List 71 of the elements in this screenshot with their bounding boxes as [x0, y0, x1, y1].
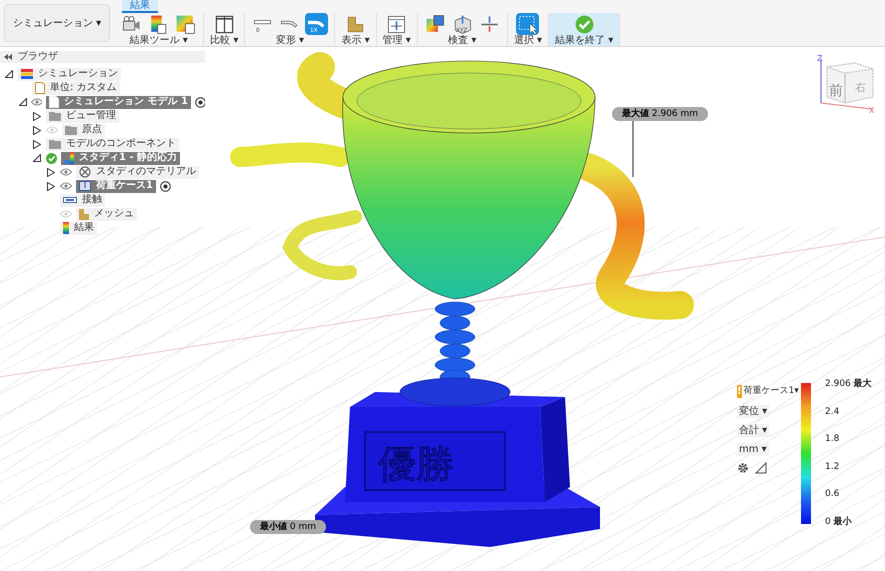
radio-target-icon[interactable]	[194, 96, 205, 108]
probe-label[interactable]: 最小値 0 mm	[250, 520, 326, 534]
group-menu-button[interactable]: 結果ツール ▾	[130, 35, 188, 46]
folder-icon	[49, 139, 61, 149]
collapsed-triangle-icon[interactable]	[47, 168, 55, 176]
collapse-icon[interactable]	[4, 54, 12, 60]
tree-item[interactable]: モデルのコンポーネント	[46, 138, 179, 150]
tree-item[interactable]: 接触	[60, 194, 105, 206]
tree-item[interactable]: シミュレーション	[18, 68, 121, 80]
scale-label: 1.8	[825, 434, 840, 444]
result-dropdown[interactable]: 合計 ▾	[737, 424, 770, 436]
radio-target-icon[interactable]	[160, 180, 171, 192]
selected-tree-item[interactable]: 荷重ケース1	[76, 180, 156, 192]
eye-icon[interactable]	[31, 98, 42, 106]
result-dropdown[interactable]: 変位 ▾	[737, 404, 770, 418]
probe-label[interactable]: 最大値 2.906 mm	[612, 107, 708, 121]
selected-tree-item[interactable]: スタディ1 - 静的応力	[61, 152, 180, 164]
document-icon	[49, 96, 60, 108]
collapsed-triangle-icon[interactable]	[33, 112, 41, 120]
scale-label: 2.906 最大	[825, 379, 872, 389]
expanded-triangle-icon[interactable]	[18, 98, 27, 106]
tree-item[interactable]: 原点	[62, 124, 105, 136]
leader-line	[632, 121, 634, 177]
results-icon	[63, 222, 69, 234]
folder-icon	[65, 125, 77, 135]
group-menu-button[interactable]: 表示 ▾	[341, 35, 370, 46]
tree-item[interactable]: 単位: カスタム	[32, 82, 120, 94]
load-case-dropdown[interactable]: 荷重ケース1▾	[744, 385, 799, 398]
tree-item[interactable]: 結果	[60, 222, 97, 234]
expanded-triangle-icon[interactable]	[33, 154, 41, 162]
collapsed-triangle-icon[interactable]	[47, 182, 55, 190]
group-menu-button[interactable]: 選択 ▾	[514, 35, 542, 46]
select-icon[interactable]	[516, 13, 540, 35]
tree-item[interactable]: スタディのマテリアル	[76, 166, 199, 178]
folder-icon	[49, 111, 61, 121]
eye-icon[interactable]	[60, 182, 72, 190]
tree-item[interactable]: ビュー管理	[46, 110, 119, 122]
result-dropdown[interactable]: mm ▾	[737, 442, 769, 456]
group-menu-button[interactable]: 比較 ▾	[210, 35, 238, 46]
settings-icon[interactable]	[737, 462, 749, 474]
tree-item[interactable]: メッシュ	[76, 208, 137, 220]
triangle-ruler-icon[interactable]	[755, 462, 767, 474]
group-menu-button[interactable]: 変形 ▾	[276, 35, 304, 46]
document-icon	[35, 82, 45, 94]
contact-icon	[63, 197, 77, 203]
panel-title: ブラウザ	[18, 51, 58, 63]
contour-plot-icon[interactable]	[174, 13, 198, 35]
collapsed-triangle-icon[interactable]	[33, 140, 41, 148]
group-menu-button[interactable]: 検査 ▾	[448, 35, 476, 46]
study-icon	[64, 152, 74, 164]
load-icon	[79, 181, 91, 191]
engraved-text: 優勝	[378, 442, 454, 486]
scale-label: 0.6	[825, 489, 840, 500]
ribbon-tab[interactable]: 結果	[122, 0, 158, 13]
workspace-dropdown[interactable]: シミュレーション ▾	[4, 4, 110, 42]
scale-label: 0 最小	[825, 516, 853, 527]
eye-icon[interactable]	[60, 168, 72, 176]
collapsed-triangle-icon[interactable]	[33, 126, 41, 134]
results-icon	[21, 69, 33, 79]
axis-label: X	[869, 106, 874, 113]
material-icon	[79, 166, 91, 178]
selected-tree-item[interactable]: シミュレーション モデル 1	[46, 96, 191, 108]
group-menu-button[interactable]: 結果を終了 ▾	[555, 35, 614, 46]
checkmark-icon[interactable]	[572, 13, 596, 35]
scale-label: 2.4	[825, 406, 840, 417]
blocks-icon	[79, 208, 89, 220]
expanded-triangle-icon[interactable]	[5, 70, 13, 78]
scale-label: 1.2	[825, 462, 840, 472]
probe-icon[interactable]	[424, 13, 447, 35]
axis-label: Z	[817, 54, 822, 63]
group-menu-button[interactable]: 管理 ▾	[382, 35, 411, 46]
